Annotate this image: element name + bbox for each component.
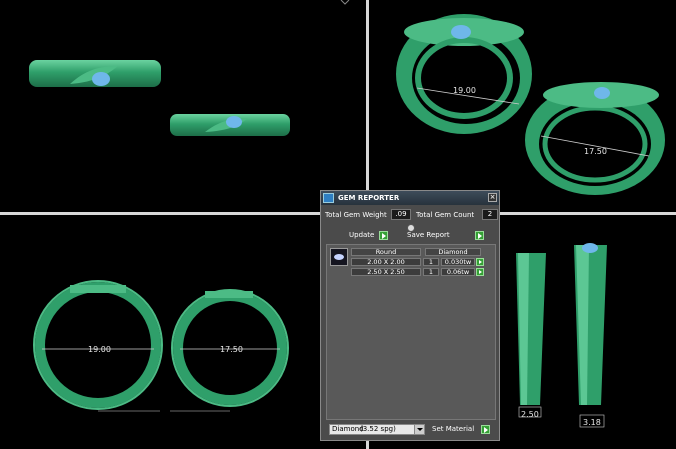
arrow-right-icon[interactable] (476, 268, 484, 276)
gem-size: 2.50 X 2.50 (351, 268, 421, 276)
svg-text:17.50: 17.50 (584, 147, 607, 156)
total-gem-weight-value: .09 (391, 209, 411, 220)
crosshair-icon (340, 0, 350, 5)
gem-icon (451, 25, 471, 39)
total-gem-count-value: 2 (482, 209, 498, 220)
save-report-label: Save Report (407, 231, 450, 239)
arrow-right-icon[interactable] (476, 258, 484, 266)
front-view-rings (29, 0, 350, 136)
ring-edge-large: 2.50 (516, 253, 546, 419)
profile-view-rings: 19.00 17.50 (33, 280, 289, 412)
table-row[interactable]: 2.50 X 2.50 1 0.06tw (351, 268, 496, 276)
save-report-button[interactable]: Save Report (402, 230, 484, 241)
panel-footer: Diamond (3.52 spg) Set Material (324, 424, 498, 436)
svg-text:2.50: 2.50 (521, 410, 539, 419)
gem-weight: 0.030tw (441, 258, 475, 266)
ring-perspective-large: 19.00 (396, 14, 532, 134)
gem-icon (594, 87, 610, 99)
set-material-button[interactable]: Set Material (432, 424, 490, 435)
arrow-right-icon[interactable] (475, 231, 484, 240)
update-label: Update (349, 231, 375, 239)
perspective-view-rings: 19.00 17.50 (396, 14, 665, 195)
gem-list: Round Diamond 2.00 X 2.00 1 0.030tw 2.50… (326, 244, 496, 420)
panel-title: GEM REPORTER (338, 194, 400, 202)
table-row[interactable]: 2.00 X 2.00 1 0.030tw (351, 258, 496, 266)
arrow-right-icon[interactable] (481, 425, 490, 434)
close-icon[interactable]: × (488, 193, 497, 202)
chevron-down-icon[interactable] (414, 425, 424, 434)
gem-quantity: 1 (423, 268, 439, 276)
diamond-icon[interactable] (330, 248, 348, 266)
column-header-shape: Round (351, 248, 421, 256)
viewport-top-left[interactable] (0, 0, 366, 212)
total-gem-count-label: Total Gem Count (416, 211, 475, 219)
ring-profile-large: 19.00 (33, 280, 163, 412)
totals-row: Total Gem Weight .09 Total Gem Count 2 (324, 209, 498, 221)
gem-icon (92, 72, 110, 86)
actions-row: Update Save Report (324, 230, 498, 242)
arrow-right-icon[interactable] (379, 231, 388, 240)
ring-front-large (29, 60, 161, 87)
viewport-bottom-left[interactable]: 19.00 17.50 (0, 215, 366, 449)
material-select[interactable]: Diamond (3.52 spg) (329, 424, 425, 435)
svg-text:19.00: 19.00 (453, 86, 476, 95)
gem-quantity: 1 (423, 258, 439, 266)
svg-text:17.50: 17.50 (220, 345, 243, 354)
ring-perspective-small: 17.50 (525, 82, 665, 195)
panel-titlebar[interactable]: GEM REPORTER × (321, 191, 499, 205)
svg-text:3.18: 3.18 (583, 418, 601, 427)
total-gem-weight-label: Total Gem Weight (325, 211, 387, 219)
set-material-label: Set Material (432, 425, 475, 433)
material-value: Diamond (332, 425, 364, 433)
column-header-material: Diamond (425, 248, 481, 256)
gem-reporter-panel: GEM REPORTER × Total Gem Weight .09 Tota… (320, 190, 500, 441)
ring-profile-small: 17.50 (170, 289, 289, 412)
ring-edge-small: 3.18 (574, 243, 607, 428)
app-icon (323, 193, 334, 203)
update-button[interactable]: Update (344, 230, 388, 241)
gem-icon (226, 116, 242, 128)
gem-icon (582, 243, 598, 253)
svg-text:19.00: 19.00 (88, 345, 111, 354)
gem-size: 2.00 X 2.00 (351, 258, 421, 266)
material-gravity: (3.52 spg) (360, 425, 396, 433)
viewport-top-right[interactable]: 19.00 17.50 (369, 0, 676, 212)
ring-front-small (170, 114, 290, 136)
gem-weight: 0.06tw (441, 268, 475, 276)
